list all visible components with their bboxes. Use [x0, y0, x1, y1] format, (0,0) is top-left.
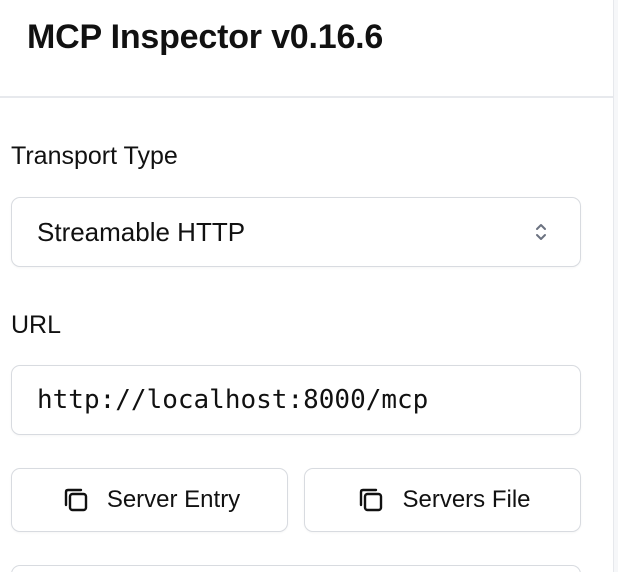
servers-file-button[interactable]: Servers File [304, 468, 581, 532]
url-input-value: http://localhost:8000/mcp [37, 385, 429, 415]
app-title: MCP Inspector v0.16.6 [27, 18, 384, 56]
server-entry-label: Server Entry [106, 486, 241, 513]
server-entry-button[interactable]: Server Entry [11, 468, 288, 532]
servers-file-label: Servers File [402, 486, 531, 513]
chevron-up-down-icon [536, 224, 546, 240]
url-input[interactable]: http://localhost:8000/mcp [11, 365, 581, 435]
sidebar-header: MCP Inspector v0.16.6 [0, 0, 613, 98]
copy-icon [64, 488, 88, 512]
sidebar: MCP Inspector v0.16.6 Transport Type Str… [0, 0, 614, 572]
transport-type-select[interactable]: Streamable HTTP [11, 197, 581, 267]
next-field-partial[interactable] [11, 565, 581, 572]
transport-type-label: Transport Type [11, 142, 178, 170]
main-panel-edge [614, 0, 618, 572]
copy-icon [360, 488, 383, 512]
url-label: URL [11, 311, 62, 339]
transport-type-value: Streamable HTTP [37, 217, 246, 247]
